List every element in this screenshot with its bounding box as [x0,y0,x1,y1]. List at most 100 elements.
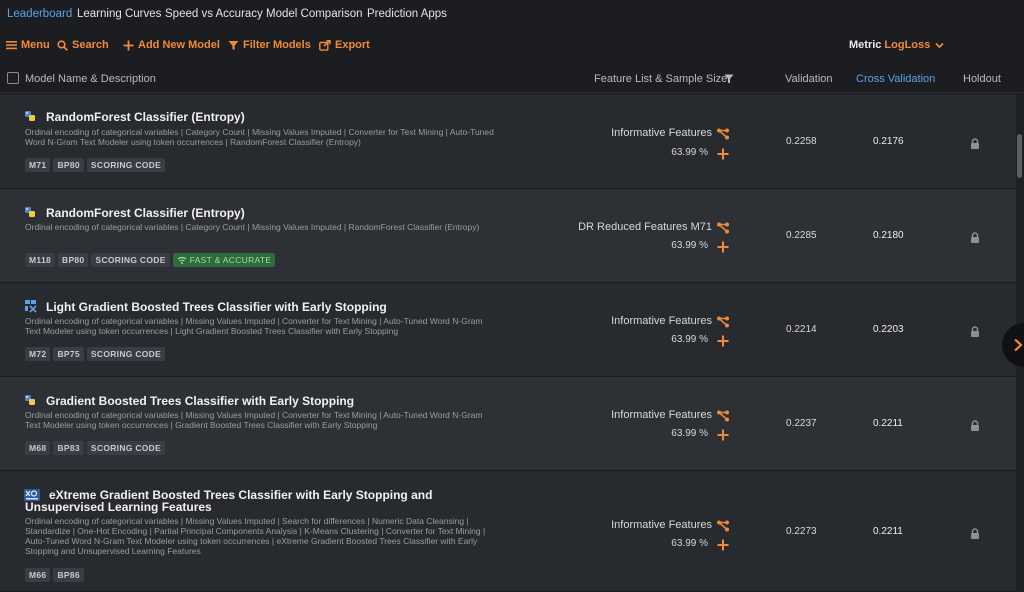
cross-validation-score: 0.2203 [873,324,904,335]
filter-models-label: Filter Models [243,39,311,51]
model-tag: M71 [25,158,51,172]
model-tag: M66 [25,568,51,582]
top-nav: Leaderboard Learning Curves Speed vs Acc… [0,0,1024,30]
model-title[interactable]: RandomForest Classifier (Entropy) [46,110,245,124]
model-tags: M72 BP75 SCORING CODE [25,347,166,361]
export-icon [319,39,331,51]
add-sample-size-icon[interactable] [717,147,729,160]
sample-size: 63.99 % [671,334,708,345]
table-row[interactable]: Light Gradient Boosted Trees Classifier … [0,283,1016,377]
feature-lineage-icon[interactable] [716,315,730,328]
add-sample-size-icon[interactable] [717,538,729,551]
validation-score: 0.2258 [786,136,817,147]
feature-list-name[interactable]: Informative Features [611,315,712,327]
lock-icon[interactable] [970,136,980,149]
cross-validation-score: 0.2176 [873,136,904,147]
feature-list-name[interactable]: DR Reduced Features M71 [578,221,712,233]
model-description: Ordinal encoding of categorical variable… [25,127,494,147]
model-description: Ordinal encoding of categorical variable… [25,222,480,232]
col-validation[interactable]: Validation [785,73,833,85]
model-title[interactable]: RandomForest Classifier (Entropy) [46,206,245,220]
lock-icon[interactable] [970,230,980,243]
python-icon [24,393,38,407]
tab-model-comparison[interactable]: Model Comparison [266,8,363,20]
feature-lineage-icon[interactable] [716,519,730,532]
model-tag: SCORING CODE [86,441,166,455]
select-all-checkbox[interactable] [7,72,19,84]
sample-size: 63.99 % [671,240,708,251]
add-sample-size-icon[interactable] [717,240,729,253]
export-label: Export [335,39,370,51]
metric-selector[interactable]: Metric LogLoss [849,39,944,51]
menu-label: Menu [21,39,50,51]
python-icon [24,109,38,123]
chevron-down-icon [935,42,944,48]
col-model-name[interactable]: Model Name & Description [25,73,156,85]
scrollbar[interactable] [1017,134,1022,178]
validation-score: 0.2237 [786,418,817,429]
lock-icon[interactable] [970,324,980,337]
model-tag: SCORING CODE [86,347,166,361]
model-tag: BP80 [58,253,89,267]
feature-lineage-icon[interactable] [716,221,730,234]
toolbar: Menu Search Add New Model Filter Models … [0,30,1024,77]
signal-icon [177,256,187,264]
validation-score: 0.2285 [786,230,817,241]
model-tag: SCORING CODE [86,158,166,172]
model-title[interactable]: eXtreme Gradient Boosted Trees Classifie… [25,489,495,513]
add-new-model-button[interactable]: Add New Model [123,39,220,51]
table-row[interactable]: RandomForest Classifier (Entropy) Ordina… [0,94,1016,189]
validation-score: 0.2214 [786,324,817,335]
model-title[interactable]: Light Gradient Boosted Trees Classifier … [46,300,387,314]
add-sample-size-icon[interactable] [717,428,729,441]
table-row[interactable]: eXtreme Gradient Boosted Trees Classifie… [0,471,1016,592]
export-button[interactable]: Export [319,39,370,51]
feature-lineage-icon[interactable] [716,127,730,140]
model-tag: SCORING CODE [91,253,170,267]
plus-icon [123,40,134,50]
metric-value: LogLoss [884,39,931,51]
menu-button[interactable]: Menu [6,39,50,51]
feature-lineage-icon[interactable] [716,409,730,422]
cross-validation-score: 0.2180 [873,230,904,241]
search-icon [57,39,68,51]
badge-label: FAST & ACCURATE [189,255,272,265]
tab-leaderboard[interactable]: Leaderboard [7,8,72,20]
lightgbm-icon [24,299,38,313]
search-label: Search [72,39,109,51]
model-tag: BP75 [53,347,84,361]
model-tag: M68 [25,441,51,455]
feature-list-name[interactable]: Informative Features [611,519,712,531]
model-description: Ordinal encoding of categorical variable… [25,410,483,430]
fast-accurate-badge: FAST & ACCURATE [172,253,276,267]
tab-learning-curves[interactable]: Learning Curves [77,8,161,20]
model-tags: M71 BP80 SCORING CODE [25,158,166,172]
cross-validation-score: 0.2211 [873,418,903,429]
model-description: Ordinal encoding of categorical variable… [25,316,483,336]
add-sample-size-icon[interactable] [717,334,729,347]
feature-list-name[interactable]: Informative Features [611,127,712,139]
filter-icon[interactable] [724,74,734,84]
table-row[interactable]: Gradient Boosted Trees Classifier with E… [0,377,1016,471]
col-feature-list[interactable]: Feature List & Sample Size [594,73,727,85]
model-title[interactable]: Gradient Boosted Trees Classifier with E… [46,394,354,408]
filter-models-button[interactable]: Filter Models [228,39,311,51]
tab-prediction-apps[interactable]: Prediction Apps [367,8,447,20]
table-row[interactable]: RandomForest Classifier (Entropy) Ordina… [0,189,1016,283]
feature-list-name[interactable]: Informative Features [611,409,712,421]
col-holdout[interactable]: Holdout [963,73,1001,85]
model-description: Ordinal encoding of categorical variable… [25,516,486,556]
lock-icon[interactable] [970,418,980,431]
lock-icon[interactable] [970,526,980,539]
col-cross-validation[interactable]: Cross Validation [856,73,935,85]
search-button[interactable]: Search [57,39,109,51]
model-tag: BP83 [53,441,84,455]
model-tags: M118 BP80 SCORING CODE FAST & ACCURATE [25,253,276,267]
model-tag: M118 [25,253,55,267]
sample-size: 63.99 % [671,538,708,549]
cross-validation-score: 0.2211 [873,526,903,537]
model-tag: M72 [25,347,51,361]
tab-speed-vs-accuracy[interactable]: Speed vs Accuracy [165,8,263,20]
sample-size: 63.99 % [671,147,708,158]
hamburger-icon [6,41,17,50]
